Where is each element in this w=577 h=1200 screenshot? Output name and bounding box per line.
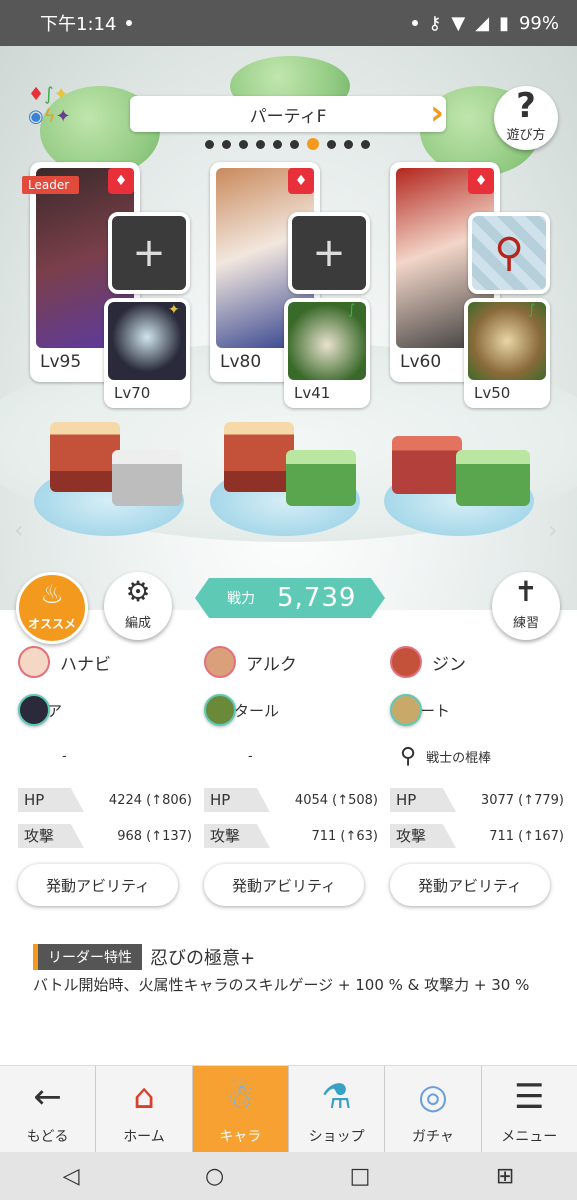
wind-element-icon: ∫ — [528, 302, 536, 318]
member-name: アルク — [246, 654, 297, 675]
leader-trait-description: バトル開始時、火属性キャラのスキルゲージ + 100 % & 攻撃力 + 30 … — [33, 976, 530, 994]
nav-back-icon[interactable]: ◁ — [63, 1164, 80, 1189]
menu-menu[interactable]: ☰ メニュー — [481, 1066, 577, 1152]
equipment-name: - — [248, 748, 253, 764]
menu-icon: ☰ — [514, 1077, 545, 1117]
equipment-name: 戦士の棍棒 — [426, 750, 492, 766]
add-equipment-icon: + — [132, 230, 166, 276]
party-title: パーティF — [130, 96, 446, 132]
character-icon: ☃ — [225, 1077, 256, 1117]
club-icon: ⚲ — [494, 230, 524, 276]
home-icon: ⌂ — [133, 1077, 155, 1117]
member-column-3: ジン ボジート ⚲戦士の棍棒 HP3077 (↑779) 攻撃711 (↑167… — [390, 642, 570, 906]
battery-icon: ▮ — [499, 12, 509, 34]
gacha-icon: ◎ — [418, 1077, 448, 1117]
avatar — [390, 646, 422, 678]
member-column-1: ハナビ ディア - HP4224 (↑806) 攻撃968 (↑137) 発動ア… — [18, 642, 198, 906]
leader-trait-tag: リーダー特性 — [33, 944, 142, 970]
equipment-slot-empty[interactable]: + — [288, 212, 370, 294]
attack-value: 968 (↑137) — [117, 828, 192, 844]
recommend-icon: ♨ — [40, 580, 64, 610]
system-nav-bar: ◁ ○ □ ⊞ — [0, 1152, 577, 1200]
status-bar: 下午1:14 ⚷ ▼ ◢ ▮ 99% — [0, 0, 577, 46]
formation-gear-icon: ⚙ — [125, 575, 151, 608]
pixel-block — [112, 450, 182, 506]
element-icons: ♦∫✦ ◉ϟ✦ — [28, 84, 71, 127]
club-icon: ⚲ — [400, 743, 417, 769]
power-value: 5,739 — [277, 583, 357, 613]
menu-shop[interactable]: ⚗ ショップ — [288, 1066, 386, 1152]
recommend-button[interactable]: ♨ オススメ — [16, 572, 88, 644]
help-button[interactable]: ? 遊び方 — [494, 86, 558, 150]
status-time: 下午1:14 — [40, 14, 117, 35]
pixel-block — [224, 422, 294, 492]
gamepad-icon[interactable]: ⊞ — [496, 1164, 514, 1189]
leader-trait-name: 忍びの極意+ — [150, 948, 256, 969]
next-party-arrow-icon[interactable]: › — [430, 96, 450, 132]
party-page-dots[interactable] — [205, 138, 370, 150]
scroll-left-icon[interactable]: ‹ — [14, 516, 24, 544]
party-scene: ♦∫✦ ◉ϟ✦ ‹ パーティF › ? 遊び方 Leader ♦ Lv95 + … — [0, 46, 577, 610]
menu-back[interactable]: ← もどる — [0, 1066, 97, 1152]
avatar — [18, 694, 50, 726]
party-power: 戦力 5,739 — [195, 578, 385, 618]
training-dummy-icon: ✝ — [514, 575, 538, 608]
nav-recents-icon[interactable]: □ — [350, 1164, 371, 1189]
ability-button[interactable]: 発動アビリティ — [204, 864, 364, 906]
pixel-block — [286, 450, 356, 506]
avatar — [204, 694, 236, 726]
key-icon: ⚷ — [428, 12, 442, 34]
wifi-icon: ▼ — [451, 12, 466, 34]
sub-character-dia[interactable]: ✦ Lv70 — [104, 298, 190, 408]
back-arrow-icon: ← — [33, 1077, 62, 1117]
notification-dot-icon — [412, 20, 419, 26]
bottom-menu: ← もどる ⌂ ホーム ☃ キャラ ⚗ ショップ ◎ ガチャ ☰ メニュー — [0, 1065, 577, 1152]
avatar — [390, 694, 422, 726]
sub-character-bojito[interactable]: ∫ Lv50 — [464, 298, 550, 408]
ability-button[interactable]: 発動アビリティ — [390, 864, 550, 906]
scroll-right-icon[interactable]: › — [548, 516, 558, 544]
signal-icon: ◢ — [475, 12, 490, 34]
member-name: ジン — [432, 654, 466, 675]
fire-element-icon: ♦ — [468, 168, 494, 194]
hp-value: 3077 (↑779) — [480, 792, 564, 808]
notification-dot-icon — [126, 20, 133, 26]
pixel-block — [50, 422, 120, 492]
pixel-block — [392, 436, 462, 494]
equipment-slot-empty[interactable]: + — [108, 212, 190, 294]
hp-value: 4054 (↑508) — [294, 792, 378, 808]
leader-trait: リーダー特性 忍びの極意+ — [33, 944, 255, 970]
menu-home[interactable]: ⌂ ホーム — [96, 1066, 193, 1152]
attack-value: 711 (↑63) — [311, 828, 378, 844]
battery-level: 99% — [518, 12, 559, 34]
equipment-name: - — [62, 748, 67, 764]
hp-value: 4224 (↑806) — [108, 792, 192, 808]
member-name: ハナビ — [60, 654, 111, 675]
pixel-block — [456, 450, 530, 506]
shop-icon: ⚗ — [321, 1077, 352, 1117]
equipment-slot-warrior-club[interactable]: ⚲ — [468, 212, 550, 294]
leader-badge: Leader — [22, 176, 80, 194]
fire-element-icon: ♦ — [108, 168, 134, 194]
menu-character[interactable]: ☃ キャラ — [192, 1066, 289, 1152]
avatar — [204, 646, 236, 678]
fire-element-icon: ♦ — [288, 168, 314, 194]
light-element-icon: ✦ — [168, 302, 180, 318]
question-icon: ? — [516, 86, 536, 126]
add-equipment-icon: + — [312, 230, 346, 276]
attack-value: 711 (↑167) — [489, 828, 564, 844]
sub-character-recitar[interactable]: ∫ Lv41 — [284, 298, 370, 408]
ability-button[interactable]: 発動アビリティ — [18, 864, 178, 906]
wind-element-icon: ∫ — [348, 302, 356, 318]
menu-gacha[interactable]: ◎ ガチャ — [385, 1066, 482, 1152]
avatar — [18, 646, 50, 678]
practice-button[interactable]: ✝ 練習 — [492, 572, 560, 640]
formation-button[interactable]: ⚙ 編成 — [104, 572, 172, 640]
member-column-2: アルク レシタール - HP 4054 (↑508) 攻撃 711 (↑63) 発動… — [204, 642, 384, 906]
nav-home-icon[interactable]: ○ — [205, 1164, 224, 1189]
